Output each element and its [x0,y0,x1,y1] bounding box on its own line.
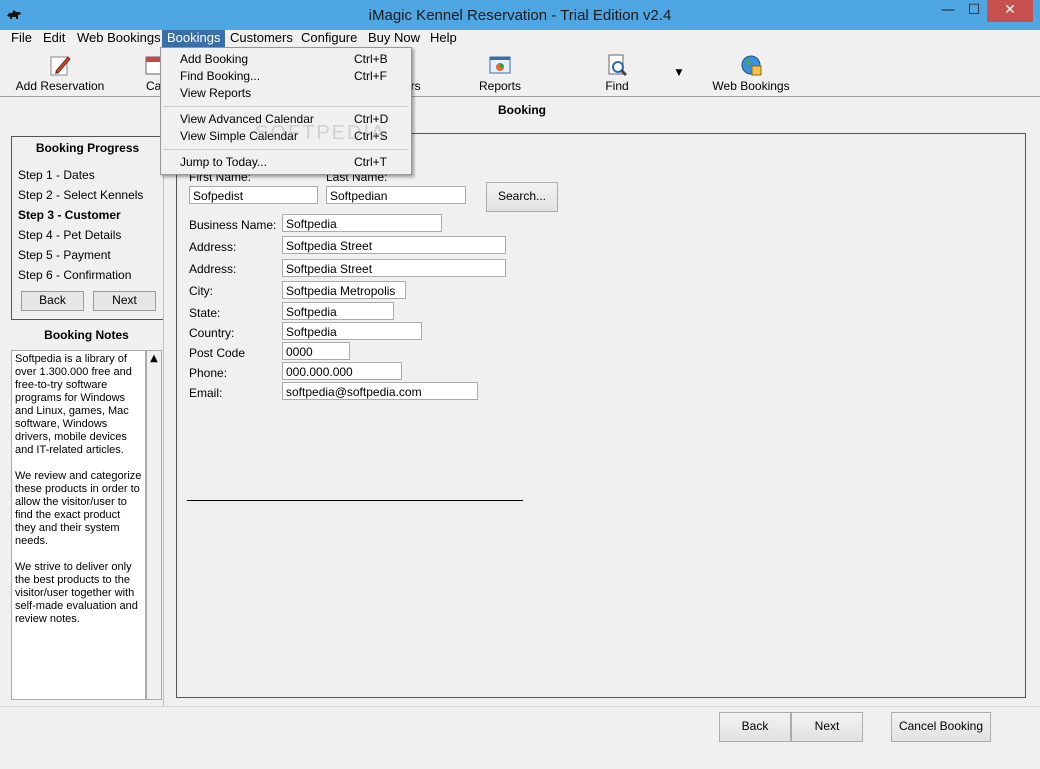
menu-configure[interactable]: Configure [296,30,362,48]
last-name-input[interactable]: Softpedian [326,186,466,204]
email-label: Email: [189,386,223,400]
find-label: Find [605,79,629,93]
city-input[interactable]: Softpedia Metropolis [282,281,406,299]
menu-customers[interactable]: Customers [225,30,298,48]
web-bookings-button[interactable]: Web Bookings [707,48,795,94]
step-select-kennels: Step 2 - Select Kennels [18,188,144,202]
country-label: Country: [189,326,235,340]
menu-buy-now[interactable]: Buy Now [363,30,425,48]
pencil-icon [48,53,72,77]
menu-item-view-reports[interactable]: View Reports [161,86,411,103]
booking-progress-panel: Booking Progress Step 1 - Dates Step 2 -… [11,136,164,320]
watermark: SOFTPEDIA [255,122,387,144]
menu-bookings[interactable]: Bookings [162,30,226,48]
view-reports-label: View Reports [180,86,252,100]
step-confirmation: Step 6 - Confirmation [18,268,132,282]
state-input[interactable]: Softpedia [282,302,394,320]
address-2-label: Address: [189,262,237,276]
panel-divider[interactable] [163,96,164,706]
booking-notes-title: Booking Notes [44,328,129,342]
add-booking-label: Add Booking [180,52,249,66]
notes-scrollbar[interactable]: ▲ [146,350,162,700]
back-button[interactable]: Back [719,712,791,742]
customer-form: First Name: Last Name: Sofpedist Softped… [176,133,1026,698]
scroll-up-icon[interactable]: ▲ [147,353,161,364]
form-divider-line [187,500,523,501]
find-icon [605,53,629,77]
add-reservation-button[interactable]: Add Reservation [10,48,110,94]
globe-icon [739,53,763,77]
search-button[interactable]: Search... [486,182,558,212]
phone-input[interactable]: 000.000.000 [282,362,402,380]
step-dates: Step 1 - Dates [18,168,95,182]
reports-button[interactable]: Reports [470,48,530,94]
find-dropdown-arrow[interactable]: ▼ [673,68,685,78]
bottom-bar [0,706,1040,769]
menu-item-jump-to-today[interactable]: Jump to Today... Ctrl+T [161,155,411,172]
address-label: Address: [189,240,237,254]
jump-to-today-shortcut: Ctrl+T [354,155,387,169]
business-name-input[interactable]: Softpedia [282,214,442,232]
booking-progress-title: Booking Progress [35,141,140,155]
menu-edit[interactable]: Edit [38,30,70,48]
find-booking-label: Find Booking... [180,69,261,83]
reports-icon [488,53,512,77]
email-input[interactable]: softpedia@softpedia.com [282,382,478,400]
cancel-booking-button[interactable]: Cancel Booking [891,712,991,742]
title-bar: iMagic Kennel Reservation - Trial Editio… [0,0,1040,30]
add-booking-shortcut: Ctrl+B [354,52,388,66]
address-2-input[interactable]: Softpedia Street [282,259,506,277]
progress-next-button[interactable]: Next [93,291,156,311]
step-pet-details: Step 4 - Pet Details [18,228,122,242]
menu-separator [163,149,409,150]
toolbar: Add Reservation Ca mers Reports Find ▼ W… [0,48,1040,97]
step-payment: Step 5 - Payment [18,248,111,262]
maximize-button[interactable]: ☐ [961,0,987,22]
step-customer: Step 3 - Customer [18,208,121,222]
state-label: State: [189,306,221,320]
next-button[interactable]: Next [791,712,863,742]
minimize-button[interactable]: — [935,0,961,22]
first-name-input[interactable]: Sofpedist [189,186,318,204]
address-input[interactable]: Softpedia Street [282,236,506,254]
booking-notes-text[interactable]: Softpedia is a library of over 1.300.000… [11,350,146,700]
progress-back-button[interactable]: Back [21,291,84,311]
reports-label: Reports [478,79,522,93]
post-code-label: Post Code [189,346,246,360]
section-title: Booking [498,103,546,117]
city-label: City: [189,284,213,298]
menu-file[interactable]: File [6,30,37,48]
web-bookings-label: Web Bookings [712,79,790,93]
menu-item-find-booking[interactable]: Find Booking... Ctrl+F [161,69,411,86]
close-button[interactable]: ✕ [987,0,1033,22]
menu-help[interactable]: Help [425,30,462,48]
menu-web-bookings[interactable]: Web Bookings [72,30,166,48]
window-title: iMagic Kennel Reservation - Trial Editio… [368,7,672,24]
business-name-label: Business Name: [189,218,277,232]
menu-item-add-booking[interactable]: Add Booking Ctrl+B [161,52,411,69]
country-input[interactable]: Softpedia [282,322,422,340]
menu-separator [163,106,409,107]
post-code-input[interactable]: 0000 [282,342,350,360]
add-reservation-label: Add Reservation [15,79,105,93]
bookings-dropdown-menu: Add Booking Ctrl+B Find Booking... Ctrl+… [160,47,412,175]
find-button[interactable]: Find [592,48,642,94]
menu-bar: File Edit Web Bookings Bookings Customer… [0,30,1040,48]
find-booking-shortcut: Ctrl+F [354,69,387,83]
jump-to-today-label: Jump to Today... [180,155,267,169]
phone-label: Phone: [189,366,228,380]
